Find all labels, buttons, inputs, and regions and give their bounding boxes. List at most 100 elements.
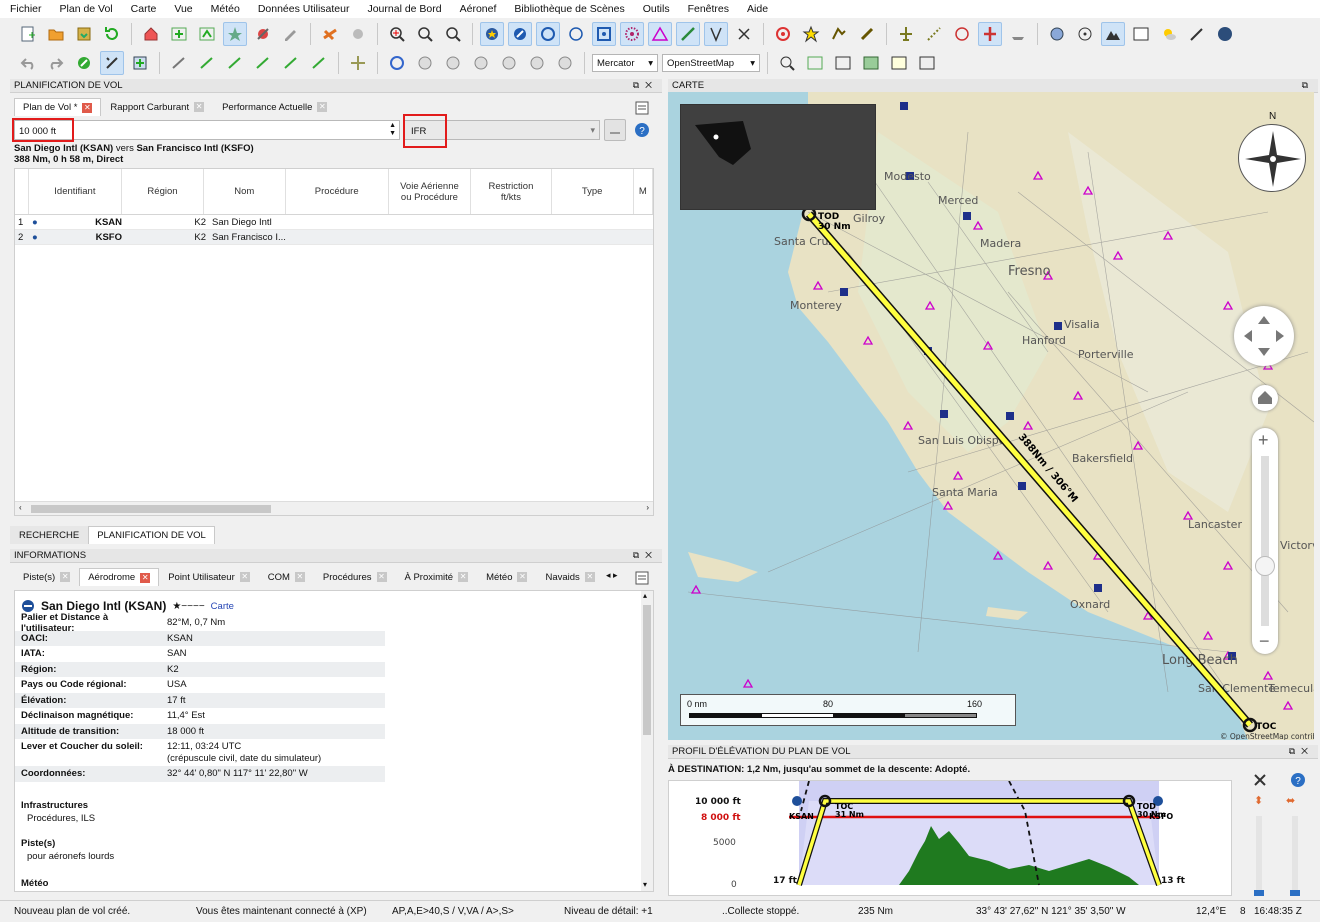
aircraft-icon[interactable] xyxy=(894,22,918,46)
close-icon[interactable]: ✕ xyxy=(317,102,328,112)
tab-runways[interactable]: Piste(s) ✕ xyxy=(14,568,79,586)
new-plan-icon[interactable] xyxy=(16,22,40,46)
tab-navaids[interactable]: Navaids ✕ xyxy=(536,568,603,586)
scroll-thumb[interactable] xyxy=(31,505,271,513)
info-menu-icon[interactable] xyxy=(630,566,654,590)
menu-aircraft[interactable]: Aéronef xyxy=(460,3,497,15)
route-tool6-icon[interactable] xyxy=(553,51,577,75)
ai-aircraft-icon[interactable] xyxy=(978,22,1002,46)
tab-weather[interactable]: Météo ✕ xyxy=(477,568,536,586)
logbook-icon[interactable] xyxy=(855,22,879,46)
ai-ships-icon[interactable] xyxy=(1006,22,1030,46)
show-jet-airways-icon[interactable] xyxy=(704,22,728,46)
close-icon[interactable]: ✕ xyxy=(239,572,250,582)
spin-arrows-icon[interactable]: ▲ ▼ xyxy=(389,122,396,138)
col-procedure[interactable]: Procédure xyxy=(286,169,389,214)
tab-fuel-report[interactable]: Rapport Carburant ✕ xyxy=(101,98,213,116)
close-icon[interactable]: ✕ xyxy=(517,572,528,582)
home-icon[interactable] xyxy=(139,22,163,46)
route-vor-icon[interactable] xyxy=(167,51,191,75)
compass-rose-icon[interactable] xyxy=(950,22,974,46)
close-icon[interactable]: ✕ xyxy=(60,572,71,582)
tab-procedures[interactable]: Procédures ✕ xyxy=(314,568,396,586)
save-icon[interactable] xyxy=(72,22,96,46)
globe-grid-icon[interactable] xyxy=(1045,22,1069,46)
globe-icon[interactable] xyxy=(1213,22,1237,46)
menu-logbook[interactable]: Journal de Bord xyxy=(367,3,441,15)
airspace-icon[interactable] xyxy=(732,22,756,46)
col-ident[interactable]: Identifiant xyxy=(29,169,123,214)
add-waypoint-icon[interactable] xyxy=(167,22,191,46)
zoom-in-icon[interactable] xyxy=(385,22,409,46)
scroll-up-icon[interactable]: ▴ xyxy=(643,591,647,600)
map-link[interactable]: Carte xyxy=(211,601,234,612)
col-type[interactable]: Type xyxy=(552,169,634,214)
route-tool1-icon[interactable] xyxy=(413,51,437,75)
horizontal-zoom-icon[interactable]: ⬌ xyxy=(1286,794,1295,807)
col-name[interactable]: Nom xyxy=(204,169,286,214)
zoom-fit-icon[interactable] xyxy=(441,22,465,46)
panel-float-close-icons[interactable]: ⧉✕ xyxy=(633,80,658,91)
menu-map[interactable]: Carte xyxy=(131,3,157,15)
terrain-icon[interactable] xyxy=(1101,22,1125,46)
route-low-icon[interactable] xyxy=(251,51,275,75)
scroll-down-icon[interactable]: ▾ xyxy=(643,880,647,889)
close-icon[interactable]: ✕ xyxy=(376,572,387,582)
show-ndb-dots-icon[interactable] xyxy=(620,22,644,46)
tab-nearby[interactable]: À Proximité ✕ xyxy=(396,568,478,586)
map-zoom-icon[interactable] xyxy=(775,51,799,75)
show-airways-icon[interactable] xyxy=(676,22,700,46)
target-icon[interactable] xyxy=(771,22,795,46)
aircraft-route-icon[interactable] xyxy=(223,22,247,46)
show-vor-icon[interactable] xyxy=(508,22,532,46)
show-ils-icon[interactable] xyxy=(564,22,588,46)
elevation-profile[interactable]: KSAN KSFO TOC 31 Nm TOD 30 Nm 10 000 ft … xyxy=(668,780,1232,896)
overview-inset[interactable] xyxy=(680,104,876,210)
menu-userdata[interactable]: Données Utilisateur xyxy=(258,3,350,15)
panel-float-icon[interactable]: ⧉ xyxy=(1302,80,1314,91)
airport-icon[interactable] xyxy=(318,22,342,46)
reverse-route-icon[interactable] xyxy=(385,51,409,75)
projection-select[interactable]: Mercator ▾ xyxy=(592,54,658,72)
route-airway-icon[interactable] xyxy=(195,51,219,75)
menu-tools[interactable]: Outils xyxy=(643,3,670,15)
zoom-minus-icon[interactable]: − xyxy=(1259,631,1270,652)
reload-icon[interactable] xyxy=(100,22,124,46)
magvar-icon[interactable] xyxy=(1129,22,1153,46)
tab-flightplan[interactable]: Plan de Vol * ✕ xyxy=(14,98,102,116)
map-info-icon[interactable] xyxy=(831,51,855,75)
home-button[interactable] xyxy=(1252,385,1278,411)
expand-icon[interactable] xyxy=(1248,768,1272,792)
col-restriction[interactable]: Restriction ft/kts xyxy=(471,169,552,214)
zoom-track[interactable] xyxy=(1261,456,1269,626)
route-icon[interactable] xyxy=(195,22,219,46)
route-tool4-icon[interactable] xyxy=(497,51,521,75)
slider-handle[interactable] xyxy=(1254,890,1264,896)
table-row[interactable]: 2 ● KSFO K2 San Francisco I... xyxy=(15,230,653,245)
wind-icon[interactable] xyxy=(1185,22,1209,46)
center-icon[interactable] xyxy=(1073,22,1097,46)
close-icon[interactable]: ✕ xyxy=(584,572,595,582)
show-ndb-icon[interactable] xyxy=(536,22,560,46)
route-tool2-icon[interactable] xyxy=(441,51,465,75)
panel-float-close-icons[interactable]: ⧉✕ xyxy=(633,550,658,561)
tabs-scroll-arrows-icon[interactable]: ◂ ▸ xyxy=(606,570,618,581)
menu-flightplan[interactable]: Plan de Vol xyxy=(60,3,113,15)
scroll-thumb[interactable] xyxy=(643,605,651,735)
tab-airport[interactable]: Aérodrome ✕ xyxy=(79,568,160,586)
close-icon[interactable]: ✕ xyxy=(82,102,93,113)
slider-handle[interactable] xyxy=(1290,890,1300,896)
zoom-out-icon[interactable] xyxy=(413,22,437,46)
scroll-left-icon[interactable]: ‹ xyxy=(19,503,22,512)
help-icon[interactable]: ? xyxy=(632,120,652,140)
calc-route-icon[interactable] xyxy=(72,51,96,75)
scroll-right-icon[interactable]: › xyxy=(646,503,649,512)
menu-scenery[interactable]: Bibliothèque de Scènes xyxy=(514,3,624,15)
weather-sun-icon[interactable] xyxy=(1157,22,1181,46)
userpoint-icon[interactable] xyxy=(827,22,851,46)
favorite-star-icon[interactable] xyxy=(799,22,823,46)
close-icon[interactable]: ✕ xyxy=(294,572,305,582)
col-airway[interactable]: Voie Aérienne ou Procédure xyxy=(389,169,472,214)
zoom-slider[interactable]: + − xyxy=(1252,428,1278,654)
map-aircraft-icon[interactable] xyxy=(887,51,911,75)
